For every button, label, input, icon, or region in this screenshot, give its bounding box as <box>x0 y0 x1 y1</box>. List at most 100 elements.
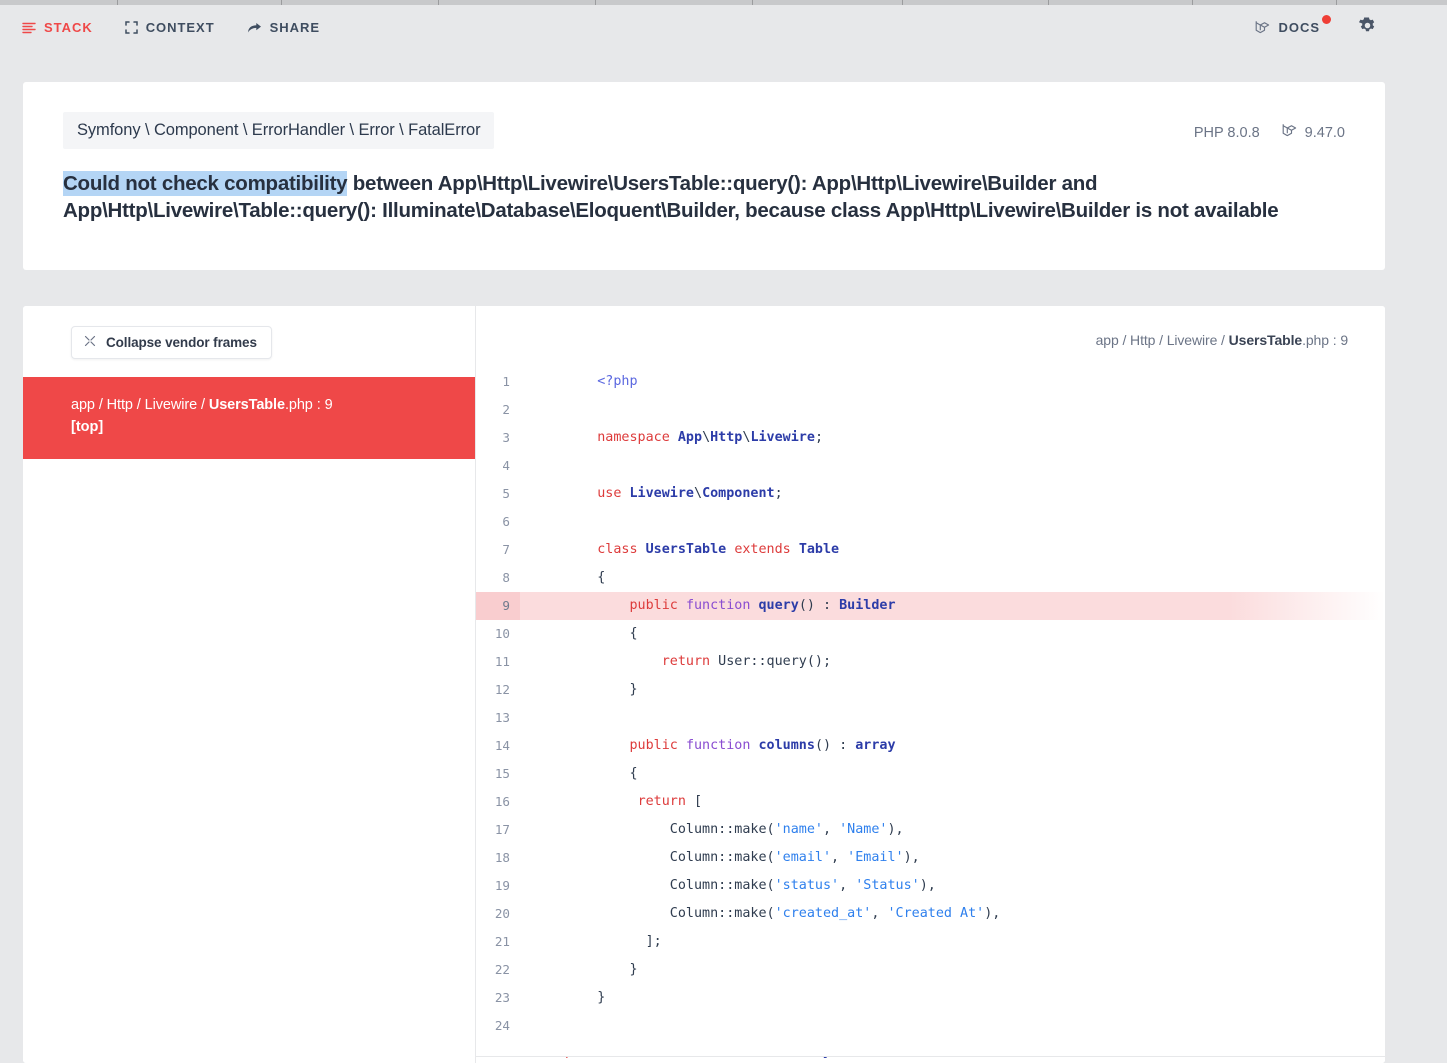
collapse-vendor-frames-label: Collapse vendor frames <box>106 335 257 350</box>
code-line-number: 21 <box>494 934 510 949</box>
code-file-path-prefix: app / Http / Livewire / <box>1095 332 1229 348</box>
code-line: 4 <box>476 452 1385 480</box>
browser-tab[interactable] <box>118 0 282 5</box>
code-line-text: } <box>565 990 606 1005</box>
code-line: 8 { <box>476 564 1385 592</box>
stack-frame-file-ext: .php <box>284 397 313 413</box>
code-line-number: 19 <box>494 878 510 893</box>
browser-tab[interactable] <box>1337 0 1447 5</box>
nav-right-group: DOCS <box>1255 15 1425 40</box>
code-line-text: use Livewire\Component; <box>597 486 783 501</box>
code-line-text: Column::make('email', 'Email'), <box>565 850 920 865</box>
code-line: 23 } <box>476 984 1385 1012</box>
code-file-path: app / Http / Livewire / UsersTable.php :… <box>476 306 1385 348</box>
framework-version: 9.47.0 <box>1282 123 1345 142</box>
php-version: PHP 8.0.8 <box>1194 125 1260 141</box>
collapse-row: Collapse vendor frames <box>23 306 475 377</box>
share-arrow-icon <box>247 22 262 34</box>
code-line-text: { <box>565 570 606 585</box>
docs-link[interactable]: DOCS <box>1255 15 1331 35</box>
tab-share-label: SHARE <box>269 20 321 35</box>
tab-stack[interactable]: STACK <box>22 20 93 35</box>
next-frame-code-sliver: public function columns() : array <box>476 1056 1385 1063</box>
code-line: 13 <box>476 704 1385 732</box>
browser-tab[interactable] <box>753 0 903 5</box>
code-line: 6 <box>476 508 1385 536</box>
exception-summary-card: Symfony \ Component \ ErrorHandler \ Err… <box>23 82 1385 270</box>
code-line: 14 public function columns() : array <box>476 732 1385 760</box>
code-line-number: 15 <box>494 766 510 781</box>
nav-left-group: STACK CONTEXT SHARE <box>22 20 320 35</box>
code-file-path-name: UsersTable <box>1228 332 1303 348</box>
top-navigation-bar: STACK CONTEXT SHARE DOCS <box>0 5 1447 50</box>
settings-button[interactable] <box>1358 16 1377 40</box>
code-line-number: 8 <box>502 570 510 585</box>
code-line-number: 13 <box>494 710 510 725</box>
browser-tab[interactable] <box>439 0 596 5</box>
stack-frames-sidebar: Collapse vendor frames app / Http / Live… <box>23 306 476 1063</box>
code-line-text: public function columns() : array <box>629 738 896 753</box>
stack-frame-path: app / Http / Livewire / UsersTable.php :… <box>71 395 451 416</box>
code-line-text: Column::make('status', 'Status'), <box>565 878 936 893</box>
code-lines-container: 1 <?php 2 3 namespace App\Http\Livewire; 4… <box>476 368 1385 1040</box>
code-line: 2 <box>476 396 1385 424</box>
browser-tab[interactable] <box>282 0 439 5</box>
code-line-number: 22 <box>494 962 510 977</box>
code-line: 3 namespace App\Http\Livewire; <box>476 424 1385 452</box>
tab-context[interactable]: CONTEXT <box>124 20 215 35</box>
browser-tab[interactable] <box>1049 0 1193 5</box>
code-line: 5 use Livewire\Component; <box>476 480 1385 508</box>
code-line-number: 17 <box>494 822 510 837</box>
laravel-logo-icon <box>1282 123 1298 142</box>
exception-header-row: Symfony \ Component \ ErrorHandler \ Err… <box>63 112 1345 149</box>
code-line: 12 } <box>476 676 1385 704</box>
code-line-text: Column::make('created_at', 'Created At')… <box>565 906 1001 921</box>
exception-message-selected-text: Could not check compatibility <box>63 171 348 196</box>
code-viewer: app / Http / Livewire / UsersTable.php :… <box>476 306 1385 1063</box>
code-line: 22 } <box>476 956 1385 984</box>
code-line-text: { <box>565 626 638 641</box>
exception-class-badge: Symfony \ Component \ ErrorHandler \ Err… <box>63 112 495 149</box>
code-line-number: 1 <box>502 374 510 389</box>
browser-tab[interactable] <box>596 0 753 5</box>
exception-message: Could not check compatibility between Ap… <box>63 170 1293 225</box>
collapse-arrows-icon <box>84 335 96 350</box>
browser-tab[interactable] <box>903 0 1049 5</box>
version-info-group: PHP 8.0.8 9.47.0 <box>1194 112 1345 142</box>
framework-version-label: 9.47.0 <box>1304 124 1345 141</box>
code-line-text: Column::make('name', 'Name'), <box>565 822 904 837</box>
code-line-text: public function query() : Builder <box>520 592 1385 620</box>
collapse-vendor-frames-button[interactable]: Collapse vendor frames <box>71 326 272 359</box>
browser-tab[interactable] <box>1193 0 1337 5</box>
code-line: 15 { <box>476 760 1385 788</box>
docs-label: DOCS <box>1278 20 1320 35</box>
exception-message-line2: App\Http\Livewire\Table::query(): Illumi… <box>63 199 1279 223</box>
stack-frame-item-selected[interactable]: app / Http / Livewire / UsersTable.php :… <box>23 377 475 459</box>
tab-share[interactable]: SHARE <box>247 20 320 35</box>
code-line-number: 24 <box>494 1018 510 1033</box>
browser-tab[interactable] <box>0 0 118 5</box>
code-line-number: 5 <box>502 486 510 501</box>
code-line-number: 10 <box>494 626 510 641</box>
code-line: 11 return User::query(); <box>476 648 1385 676</box>
code-line: 9 public function query() : Builder <box>476 592 1385 620</box>
code-file-path-line: 9 <box>1340 332 1348 348</box>
code-line-number: 11 <box>494 654 510 669</box>
code-line-number: 18 <box>494 850 510 865</box>
code-line-number: 20 <box>494 906 510 921</box>
code-line-text: return [ <box>637 794 703 809</box>
code-line-number: 6 <box>502 514 510 529</box>
code-line: 24 <box>476 1012 1385 1040</box>
code-file-path-sep: : <box>1328 332 1341 348</box>
exception-message-line1: between App\Http\Livewire\UsersTable::qu… <box>347 172 1098 195</box>
code-line: 10 { <box>476 620 1385 648</box>
stack-frame-path-prefix: app / Http / Livewire / <box>71 397 209 413</box>
stack-lines-icon <box>22 22 36 34</box>
code-line: 20 Column::make('created_at', 'Created A… <box>476 900 1385 928</box>
code-file-path-ext: .php <box>1302 332 1329 348</box>
php-version-label: PHP 8.0.8 <box>1193 124 1260 141</box>
code-line-text: namespace App\Http\Livewire; <box>597 430 823 445</box>
